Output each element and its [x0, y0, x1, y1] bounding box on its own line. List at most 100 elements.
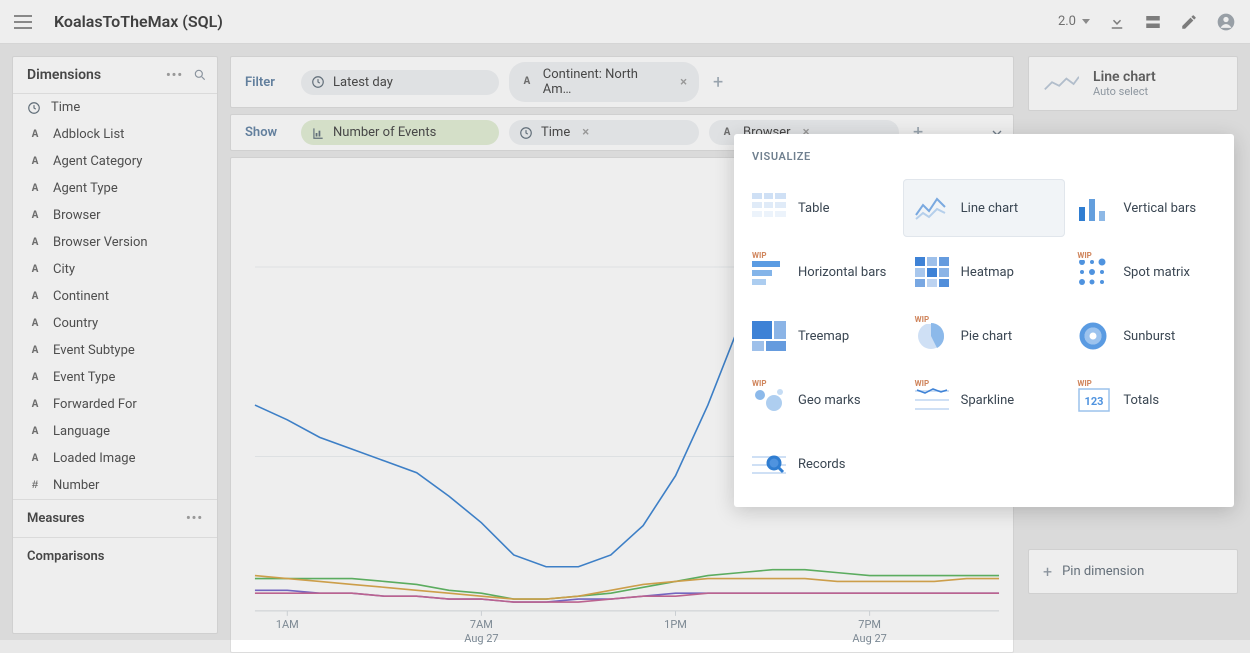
show-pill-time[interactable]: Time × — [509, 120, 699, 145]
viz-option-geo[interactable]: WIPGeo marks — [740, 371, 903, 429]
show-label: Show — [239, 125, 291, 140]
version-label: 2.0 — [1058, 14, 1076, 29]
search-icon[interactable] — [193, 68, 207, 82]
svg-text:1AM: 1AM — [276, 618, 299, 631]
viz-option-spot[interactable]: WIPSpot matrix — [1065, 243, 1228, 301]
clock-icon — [27, 101, 41, 115]
download-icon[interactable] — [1108, 13, 1126, 31]
measures-header[interactable]: Measures ••• — [13, 499, 217, 537]
dimension-item[interactable]: AEvent Subtype — [13, 337, 217, 364]
dimension-label: Time — [51, 100, 80, 115]
more-icon[interactable]: ••• — [166, 68, 183, 83]
svg-text:7PM: 7PM — [858, 618, 881, 631]
viz-option-vbar[interactable]: Vertical bars — [1065, 179, 1228, 237]
dimension-item[interactable]: AAgent Category — [13, 148, 217, 175]
dimension-item[interactable]: A Country — [13, 310, 217, 337]
viz-option-label: Treemap — [798, 329, 849, 344]
dimension-item[interactable]: A Forwarded For — [13, 391, 217, 418]
text-type-icon: A — [27, 372, 43, 384]
show-pill-measure[interactable]: Number of Events — [301, 120, 499, 145]
viz-option-label: Sunburst — [1123, 329, 1175, 344]
dimension-label: City — [53, 262, 75, 277]
viz-option-label: Totals — [1123, 393, 1159, 408]
popover-title: VISUALIZE — [734, 150, 1234, 175]
panels-icon[interactable] — [1144, 13, 1162, 31]
filter-bar: Filter Latest day A Continent: North Am…… — [230, 56, 1014, 108]
dimension-item[interactable]: AContinent — [13, 283, 217, 310]
text-type-icon: A — [27, 453, 43, 465]
clock-icon — [519, 126, 533, 140]
text-type-icon: A — [27, 426, 43, 438]
viz-option-label: Spot matrix — [1123, 265, 1190, 280]
dimension-item[interactable]: AEvent Type — [13, 364, 217, 391]
clock-icon — [311, 75, 325, 89]
pie-icon: WIP — [915, 321, 949, 351]
number-type-icon: # — [27, 480, 43, 492]
dimension-label: Country — [53, 316, 98, 331]
close-icon[interactable]: × — [582, 125, 589, 140]
add-filter-button[interactable]: + — [709, 72, 727, 93]
filter-label: Filter — [239, 75, 291, 90]
text-type-icon: A — [27, 183, 43, 195]
viz-subtitle: Auto select — [1093, 85, 1156, 98]
viz-option-label: Line chart — [961, 201, 1018, 216]
dimension-label: Adblock List — [53, 127, 124, 142]
dimension-label: Browser Version — [53, 235, 148, 250]
text-type-icon: A — [27, 291, 43, 303]
text-type-icon: A — [27, 399, 43, 411]
chevron-down-icon — [1082, 19, 1090, 24]
dimension-item[interactable]: A Agent Type — [13, 175, 217, 202]
viz-option-tot[interactable]: WIP123Totals — [1065, 371, 1228, 429]
viz-option-label: Sparkline — [961, 393, 1014, 408]
viz-option-hbar[interactable]: WIPHorizontal bars — [740, 243, 903, 301]
svg-text:Aug 27: Aug 27 — [852, 632, 886, 645]
dimension-label: Agent Type — [53, 181, 118, 196]
dimension-item[interactable]: AAdblock List — [13, 121, 217, 148]
viz-option-rec[interactable]: Records — [740, 435, 903, 493]
account-icon[interactable] — [1216, 12, 1236, 32]
dimension-item[interactable]: ABrowser Version — [13, 229, 217, 256]
tree-icon — [752, 321, 786, 351]
viz-option-tree[interactable]: Treemap — [740, 307, 903, 365]
svg-text:7AM: 7AM — [470, 618, 493, 631]
hbar-icon: WIP — [752, 257, 786, 287]
dimension-item[interactable]: A Browser — [13, 202, 217, 229]
viz-option-spark[interactable]: WIP Sparkline — [903, 371, 1066, 429]
dimension-item[interactable]: ALanguage — [13, 418, 217, 445]
svg-text:1PM: 1PM — [664, 618, 687, 631]
line-chart-icon — [1043, 72, 1079, 96]
version-selector[interactable]: 2.0 — [1058, 14, 1090, 29]
heat-icon — [915, 257, 949, 287]
spark-icon: WIP — [915, 385, 949, 415]
svg-text:123: 123 — [1085, 395, 1104, 408]
rec-icon — [752, 449, 786, 479]
close-icon[interactable]: × — [680, 75, 687, 90]
dimension-item[interactable]: #Number — [13, 472, 217, 499]
dimension-item[interactable]: Time — [13, 94, 217, 121]
dimension-label: Browser — [53, 208, 101, 223]
hamburger-icon[interactable] — [14, 11, 36, 33]
geo-icon: WIP — [752, 385, 786, 415]
filter-pill-continent[interactable]: A Continent: North Am… × — [509, 62, 699, 102]
viz-option-pie[interactable]: WIP Pie chart — [903, 307, 1066, 365]
viz-option-sun[interactable]: Sunburst — [1065, 307, 1228, 365]
viz-option-line[interactable]: Line chart — [903, 179, 1066, 237]
dimension-label: Forwarded For — [53, 397, 137, 412]
sun-icon — [1077, 321, 1111, 351]
viz-option-label: Records — [798, 457, 845, 472]
filter-pill-time[interactable]: Latest day — [301, 70, 499, 95]
viz-option-table[interactable]: Table — [740, 179, 903, 237]
edit-icon[interactable] — [1180, 13, 1198, 31]
viz-option-label: Pie chart — [961, 329, 1013, 344]
pin-dimension-button[interactable]: + Pin dimension — [1028, 549, 1238, 594]
plus-icon: + — [1043, 562, 1052, 581]
dimension-item[interactable]: ALoaded Image — [13, 445, 217, 472]
text-type-icon: A — [27, 210, 43, 222]
viz-summary-card[interactable]: Line chart Auto select — [1028, 56, 1238, 111]
comparisons-header[interactable]: Comparisons — [13, 537, 217, 575]
text-type-icon: A — [27, 318, 43, 330]
viz-option-heat[interactable]: Heatmap — [903, 243, 1066, 301]
viz-option-label: Vertical bars — [1123, 201, 1196, 216]
more-icon[interactable]: ••• — [186, 511, 203, 526]
dimension-item[interactable]: ACity — [13, 256, 217, 283]
